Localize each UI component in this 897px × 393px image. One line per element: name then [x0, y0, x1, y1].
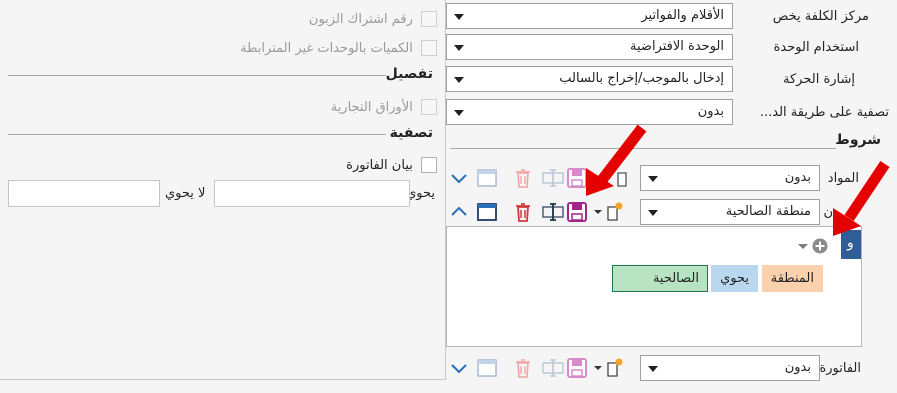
chevron-down-icon: [454, 14, 464, 20]
invoice-statement-checkbox[interactable]: [421, 157, 437, 173]
option-unlinked-units[interactable]: الكميات بالوحدات غير المترابطة: [240, 40, 437, 56]
window-icon: [477, 359, 497, 377]
invoice-dropdown[interactable]: بدون: [640, 355, 820, 381]
filter-separator: [8, 134, 386, 135]
option-customer-subscription[interactable]: رقم اشتراك الزبون: [309, 11, 437, 27]
window-icon: [477, 203, 497, 221]
invoice-expand-button[interactable]: [448, 357, 470, 379]
filter-section-title: تصفية: [389, 125, 433, 141]
new-document-icon: [617, 172, 627, 187]
materials-label: المواد: [827, 171, 859, 186]
unlinked-units-label: الكميات بالوحدات غير المترابطة: [240, 40, 413, 56]
movement-sign-value: إدخال بالموجب/إخراج بالسالب: [559, 71, 724, 86]
materials-new-icon-partial[interactable]: [614, 167, 632, 193]
filter-builder-area[interactable]: و المنطقة يحوي الصالحية: [446, 226, 862, 347]
option-commercial-papers[interactable]: الأوراق التجارية: [331, 99, 437, 115]
filter-value-chip[interactable]: الصالحية: [612, 265, 708, 292]
add-condition-button[interactable]: [811, 237, 829, 259]
unit-usage-dropdown[interactable]: الوحدة الافتراضية: [446, 34, 733, 60]
invoice-rename-button[interactable]: [541, 357, 565, 383]
conditions-separator: [450, 148, 836, 149]
invoice-window-button[interactable]: [476, 357, 498, 383]
chevron-up-icon: [451, 206, 467, 216]
trash-icon: [516, 169, 530, 188]
unlinked-units-checkbox[interactable]: [421, 40, 437, 56]
chevron-down-icon: [454, 45, 464, 51]
materials-dropdown[interactable]: بدون: [640, 165, 820, 191]
option-invoice-statement[interactable]: بيان الفاتورة: [346, 157, 437, 173]
conditions-title: شروط: [835, 132, 881, 148]
left-options-panel: رقم اشتراك الزبون الكميات بالوحدات غير ا…: [0, 0, 446, 380]
rename-icon: [542, 203, 564, 221]
detail-section-title: تفصيل: [385, 66, 433, 82]
and-badge[interactable]: و: [841, 230, 861, 259]
chevron-down-icon: [451, 174, 467, 184]
window-icon: [477, 169, 497, 187]
plus-circle-icon: [812, 238, 828, 254]
method-filter-label: تصفية على طريقة الد...: [759, 105, 889, 120]
invoice-statement-label: بيان الفاتورة: [346, 157, 413, 173]
detail-separator: [8, 75, 386, 76]
materials-delete-button[interactable]: [512, 167, 534, 193]
materials-rename-button[interactable]: [541, 167, 565, 193]
invoice-new-menu-button[interactable]: [592, 357, 632, 383]
region-collapse-button[interactable]: [448, 201, 470, 223]
save-icon: [567, 358, 587, 378]
chevron-down-icon: [648, 176, 658, 182]
method-filter-dropdown[interactable]: بدون: [446, 99, 733, 125]
region-window-button[interactable]: [476, 201, 498, 227]
not-contains-label: لا يحوي: [165, 186, 206, 201]
cost-center-label: مركز الكلفة يخص: [772, 9, 869, 24]
region-value: منطقة الصالحية: [725, 204, 811, 219]
chevron-down-icon: [454, 77, 464, 83]
region-delete-button[interactable]: [512, 201, 534, 227]
chevron-down-icon: [454, 110, 464, 116]
filter-field-chip[interactable]: المنطقة: [761, 265, 823, 292]
trash-icon: [516, 359, 530, 378]
unit-usage-value: الوحدة الافتراضية: [630, 39, 724, 54]
invoice-value: بدون: [784, 360, 811, 375]
region-rename-button[interactable]: [541, 201, 565, 227]
customer-subscription-checkbox[interactable]: [421, 11, 437, 27]
chevron-down-icon: [798, 244, 808, 249]
chevron-down-icon: [648, 210, 658, 216]
rename-icon: [542, 169, 564, 187]
new-document-icon: [594, 202, 623, 221]
movement-sign-label: إشارة الحركة: [783, 72, 855, 87]
not-contains-input[interactable]: [8, 180, 160, 207]
chevron-down-icon: [648, 366, 658, 372]
commercial-papers-checkbox[interactable]: [421, 99, 437, 115]
invoice-delete-button[interactable]: [512, 357, 534, 383]
and-badge-label: و: [847, 235, 854, 251]
save-icon: [567, 168, 587, 188]
save-icon: [567, 202, 587, 222]
cost-center-value: الأقلام والفواتير: [641, 8, 724, 23]
filter-operator-chip[interactable]: يحوي: [711, 265, 758, 292]
unit-usage-label: استخدام الوحدة: [773, 40, 859, 55]
trash-icon: [516, 203, 530, 222]
rename-icon: [542, 359, 564, 377]
commercial-papers-label: الأوراق التجارية: [330, 99, 413, 115]
cost-center-dropdown[interactable]: الأقلام والفواتير: [446, 3, 733, 29]
method-filter-value: بدون: [697, 104, 724, 119]
movement-sign-dropdown[interactable]: إدخال بالموجب/إخراج بالسالب: [446, 66, 733, 92]
invoice-label: الفاتورة: [819, 361, 861, 376]
materials-value: بدون: [784, 170, 811, 185]
materials-expand-button[interactable]: [448, 167, 470, 189]
materials-window-button[interactable]: [476, 167, 498, 193]
region-label: ن: [823, 205, 833, 220]
new-document-icon: [594, 358, 623, 377]
materials-save-button[interactable]: [566, 167, 588, 193]
contains-label: يحوي: [406, 186, 435, 201]
customer-subscription-label: رقم اشتراك الزبون: [308, 11, 413, 27]
add-condition-dropdown[interactable]: [797, 239, 809, 257]
invoice-save-button[interactable]: [566, 357, 588, 383]
contains-input[interactable]: [214, 180, 410, 207]
chevron-down-icon: [451, 364, 467, 374]
region-save-button[interactable]: [566, 201, 588, 227]
region-dropdown[interactable]: منطقة الصالحية: [640, 199, 820, 225]
region-new-menu-button[interactable]: [592, 201, 632, 227]
